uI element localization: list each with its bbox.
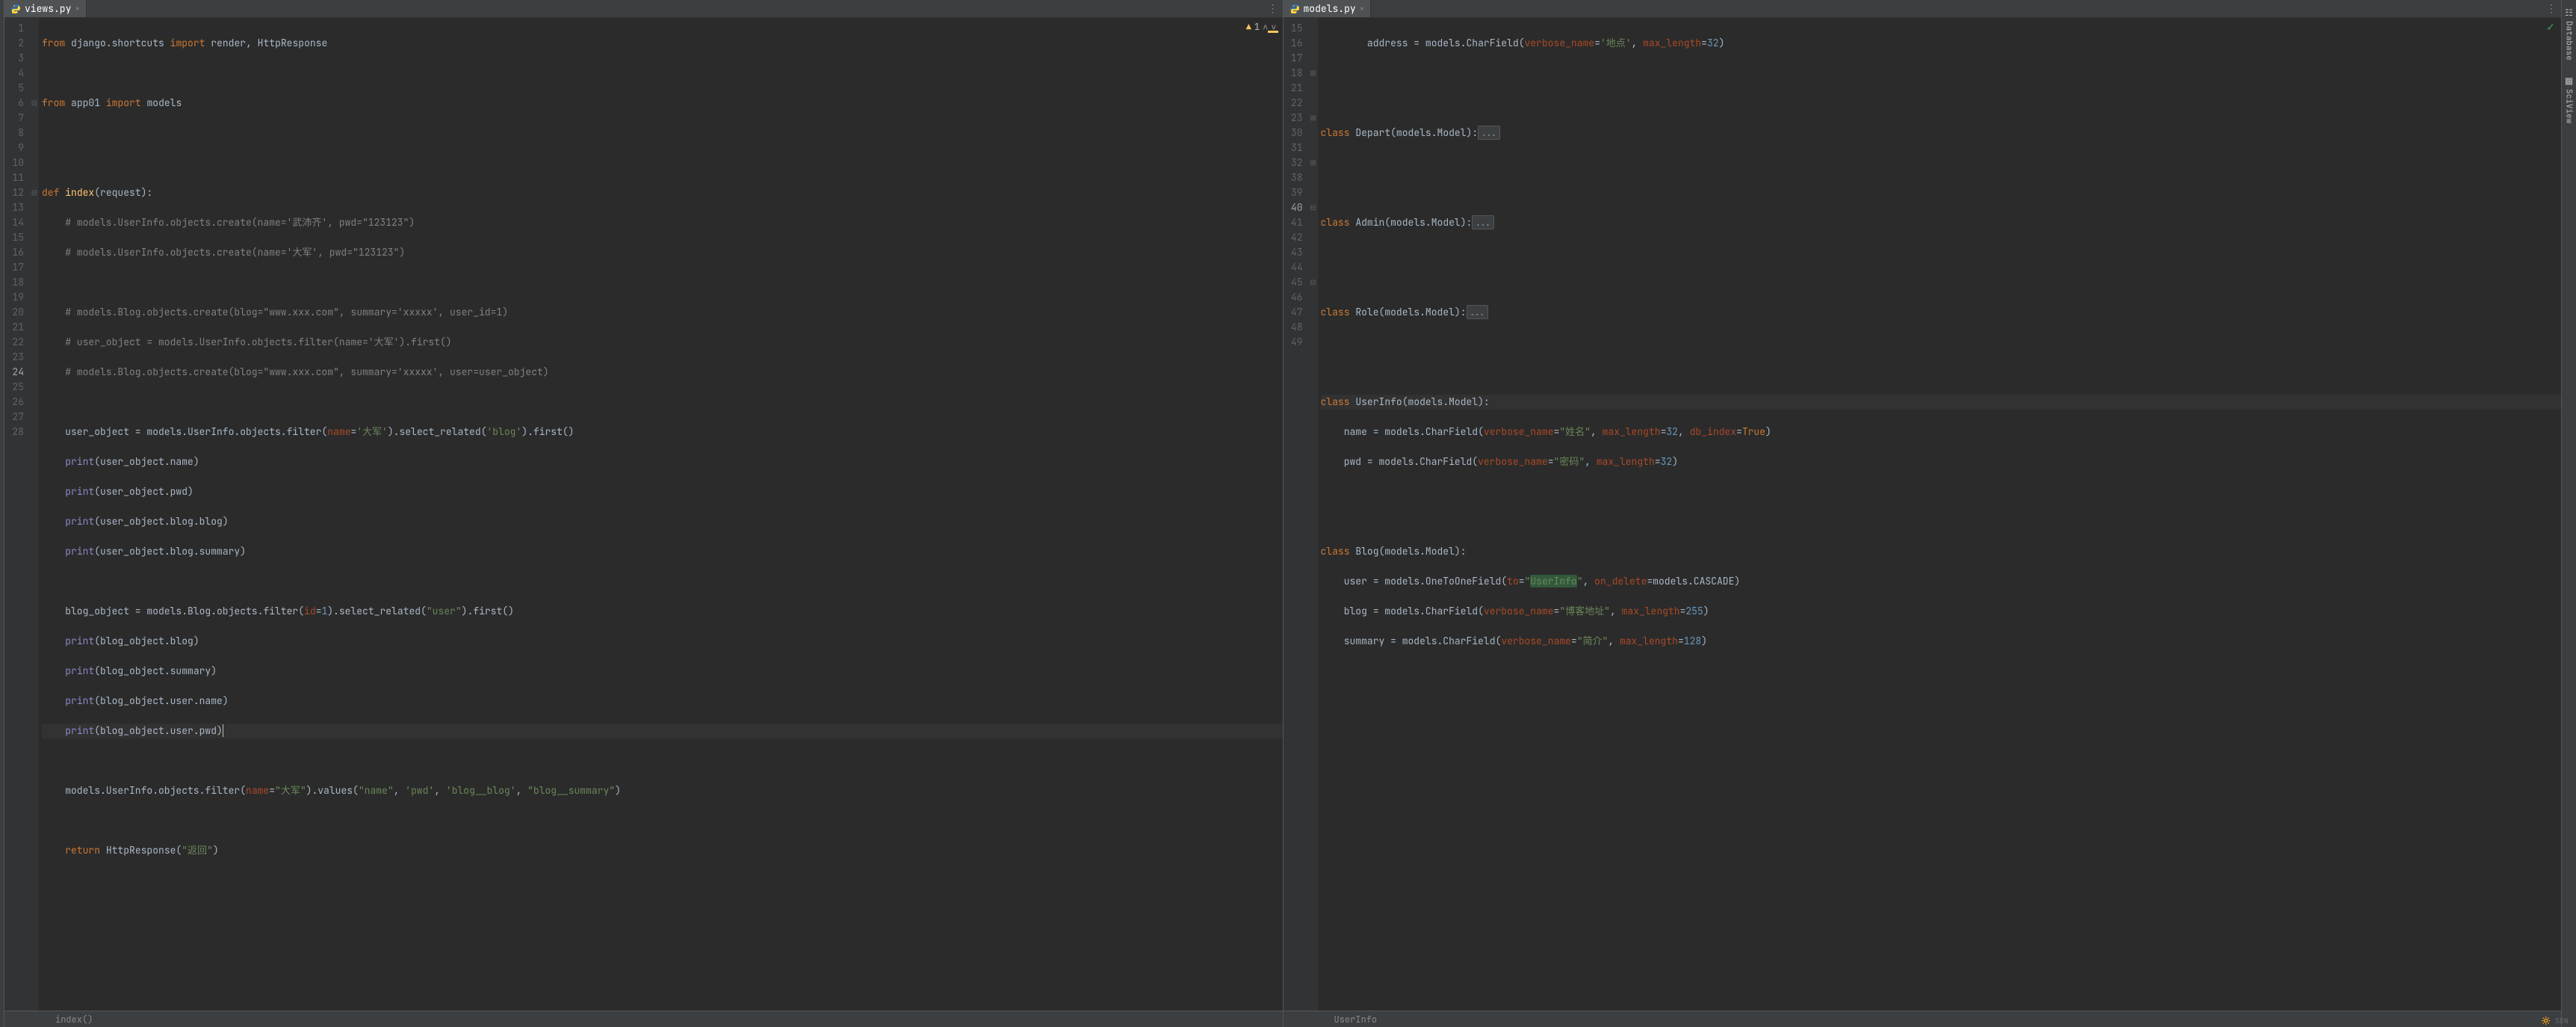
close-icon[interactable]: × <box>75 4 80 14</box>
breadcrumb-left[interactable]: index() <box>4 1011 1284 1027</box>
database-icon: ☷ <box>2563 7 2575 18</box>
tab-models[interactable]: models.py × <box>1284 0 1372 17</box>
editor-pane-left: views.py × ⋮ ▲ 1 ∧ ∨ 1234567891011121314… <box>4 0 1284 1011</box>
close-icon[interactable]: × <box>1360 4 1365 14</box>
tab-bar-left: views.py × ⋮ <box>4 0 1283 18</box>
tab-filename: models.py <box>1304 2 1356 15</box>
code-content-right[interactable]: address = models.CharField(verbose_name=… <box>1318 18 2562 1011</box>
warning-count: 1 <box>1254 21 1260 33</box>
code-content-left[interactable]: from django.shortcuts import render, Htt… <box>39 18 1283 1011</box>
tab-bar-right: models.py × ⋮ <box>1284 0 2562 18</box>
python-file-icon <box>10 4 21 14</box>
watermark: 🔆 SDN <box>2542 1016 2569 1026</box>
editor-split: views.py × ⋮ ▲ 1 ∧ ∨ 1234567891011121314… <box>4 0 2561 1011</box>
gutter-right[interactable]: 1516171821222330313238394041424344454647… <box>1284 18 1309 1011</box>
python-file-icon <box>1289 4 1300 14</box>
code-area-left[interactable]: ▲ 1 ∧ ∨ 12345678910111213141516171819202… <box>4 18 1283 1011</box>
inspection-widget[interactable]: ▲ 1 ∧ ∨ <box>1246 21 1277 33</box>
inspection-widget[interactable]: ✓ <box>2546 21 2555 34</box>
breadcrumb-right[interactable]: UserInfo <box>1284 1011 2562 1027</box>
right-tool-tabs: ☷ Database ▦ SciView <box>2561 0 2576 1027</box>
tab-more-icon[interactable]: ⋮ <box>2542 2 2561 16</box>
breadcrumb-bar: index() UserInfo 🔆 SDN <box>4 1011 2561 1027</box>
tab-more-icon[interactable]: ⋮ <box>1263 2 1283 16</box>
tab-filename: views.py <box>25 2 71 15</box>
tool-tab-database[interactable]: ☷ Database <box>2562 3 2576 65</box>
code-area-right[interactable]: ✓ 15161718212223303132383940414243444546… <box>1284 18 2562 1011</box>
next-highlight-icon[interactable]: ∨ <box>1271 21 1276 33</box>
fold-gutter-left[interactable]: ⊟⊟ <box>30 18 39 1011</box>
editor-pane-right: models.py × ⋮ ✓ 151617182122233031323839… <box>1284 0 2562 1011</box>
fold-gutter-right[interactable]: ⊞⊞⊞⊟⊟ <box>1309 18 1318 1011</box>
main-area: views.py × ⋮ ▲ 1 ∧ ∨ 1234567891011121314… <box>4 0 2561 1027</box>
tool-tab-sciview[interactable]: ▦ SciView <box>2562 71 2576 128</box>
tab-views[interactable]: views.py × <box>4 0 87 17</box>
gutter-left[interactable]: 1234567891011121314151617181920212223242… <box>4 18 30 1011</box>
check-icon: ✓ <box>2546 21 2555 34</box>
sciview-icon: ▦ <box>2563 75 2575 86</box>
warning-icon: ▲ <box>1246 21 1251 33</box>
